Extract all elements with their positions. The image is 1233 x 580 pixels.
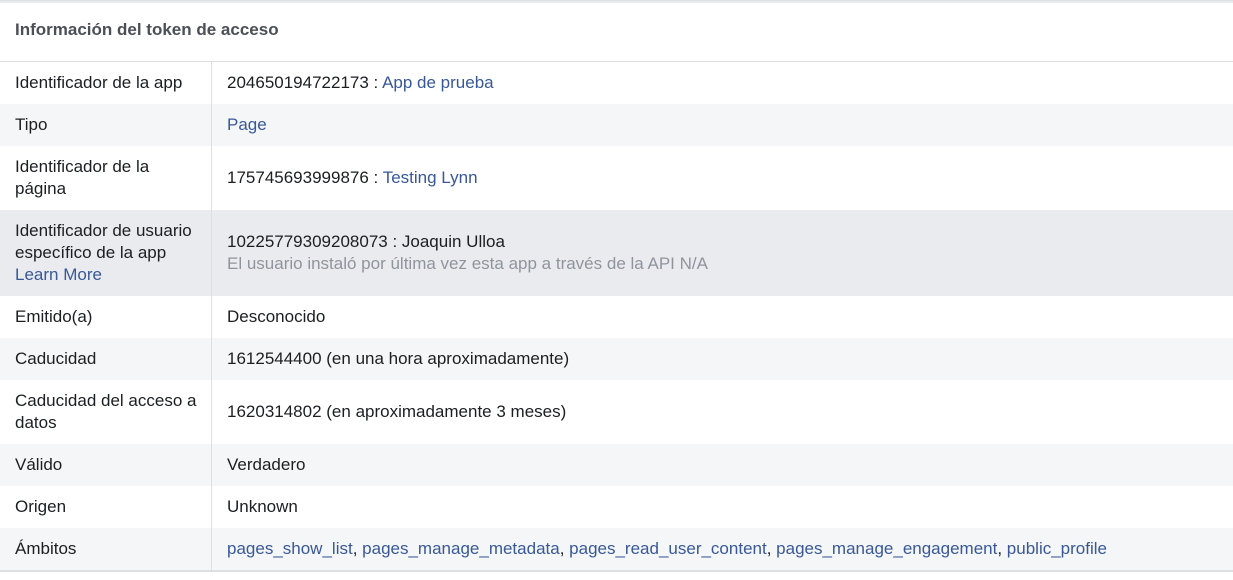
row-label: Emitido(a) (0, 296, 212, 338)
scope-link-pages-manage-metadata[interactable]: pages_manage_metadata (362, 539, 560, 558)
row-value: Verdadero (227, 455, 306, 474)
learn-more-link[interactable]: Learn More (15, 264, 201, 286)
panel-title: Información del token de acceso (0, 3, 1233, 62)
page-id-value: 175745693999876 (227, 168, 369, 187)
row-app-id: Identificador de la app 204650194722173 … (0, 62, 1233, 104)
scopes-list: pages_show_list, pages_manage_metadata, … (227, 538, 1218, 560)
scope-link-pages-show-list[interactable]: pages_show_list (227, 539, 353, 558)
row-label: Caducidad (0, 338, 212, 380)
separator: : (368, 73, 383, 92)
row-label: Identificador de usuario específico de l… (0, 210, 212, 296)
scope-separator: , (997, 539, 1007, 558)
row-value: Page (212, 104, 1233, 146)
row-valid: Válido Verdadero (0, 444, 1233, 486)
separator: : (368, 168, 383, 187)
row-page-id: Identificador de la página 1757456939998… (0, 146, 1233, 210)
row-expires: Caducidad 1612544400 (en una hora aproxi… (0, 338, 1233, 380)
row-label-text: Identificador de usuario específico de l… (15, 221, 192, 262)
row-issued: Emitido(a) Desconocido (0, 296, 1233, 338)
row-value: 1620314802 (en aproximadamente 3 meses) (227, 402, 567, 421)
type-link[interactable]: Page (227, 115, 267, 134)
scope-separator: , (352, 539, 363, 558)
row-type: Tipo Page (0, 104, 1233, 146)
row-data-access-expires: Caducidad del acceso a datos 1620314802 … (0, 380, 1233, 444)
row-value: 1612544400 (en una hora aproximadamente) (227, 349, 570, 368)
row-value: pages_show_list, pages_manage_metadata, … (212, 528, 1233, 570)
row-label: Tipo (0, 104, 212, 146)
row-value: 204650194722173 : App de prueba (212, 62, 1233, 104)
user-id-value: 10225779309208073 : Joaquin Ulloa (227, 232, 505, 251)
scope-separator: , (766, 539, 777, 558)
bottom-divider (0, 570, 1233, 572)
row-app-scoped-user-id: Identificador de usuario específico de l… (0, 210, 1233, 296)
app-id-value: 204650194722173 (227, 73, 369, 92)
row-label: Origen (0, 486, 212, 528)
row-origin: Origen Unknown (0, 486, 1233, 528)
row-label: Caducidad del acceso a datos (0, 380, 212, 444)
app-name-link[interactable]: App de prueba (382, 73, 494, 92)
scope-link-pages-manage-engagement[interactable]: pages_manage_engagement (776, 539, 997, 558)
row-value: 10225779309208073 : Joaquin Ulloa El usu… (212, 210, 1233, 296)
scope-link-pages-read-user-content[interactable]: pages_read_user_content (569, 539, 767, 558)
row-value: 175745693999876 : Testing Lynn (212, 146, 1233, 210)
access-token-info-panel: Información del token de acceso Identifi… (0, 0, 1233, 580)
row-label: Ámbitos (0, 528, 212, 570)
row-value: Desconocido (227, 307, 326, 326)
row-label: Identificador de la app (0, 62, 212, 104)
row-value: Unknown (227, 497, 298, 516)
row-scopes: Ámbitos pages_show_list, pages_manage_me… (0, 528, 1233, 570)
row-label: Identificador de la página (0, 146, 212, 210)
scope-separator: , (559, 539, 570, 558)
scope-link-public-profile[interactable]: public_profile (1007, 539, 1107, 558)
page-name-link[interactable]: Testing Lynn (383, 168, 478, 187)
install-note: El usuario instaló por última vez esta a… (227, 254, 708, 273)
row-label: Válido (0, 444, 212, 486)
